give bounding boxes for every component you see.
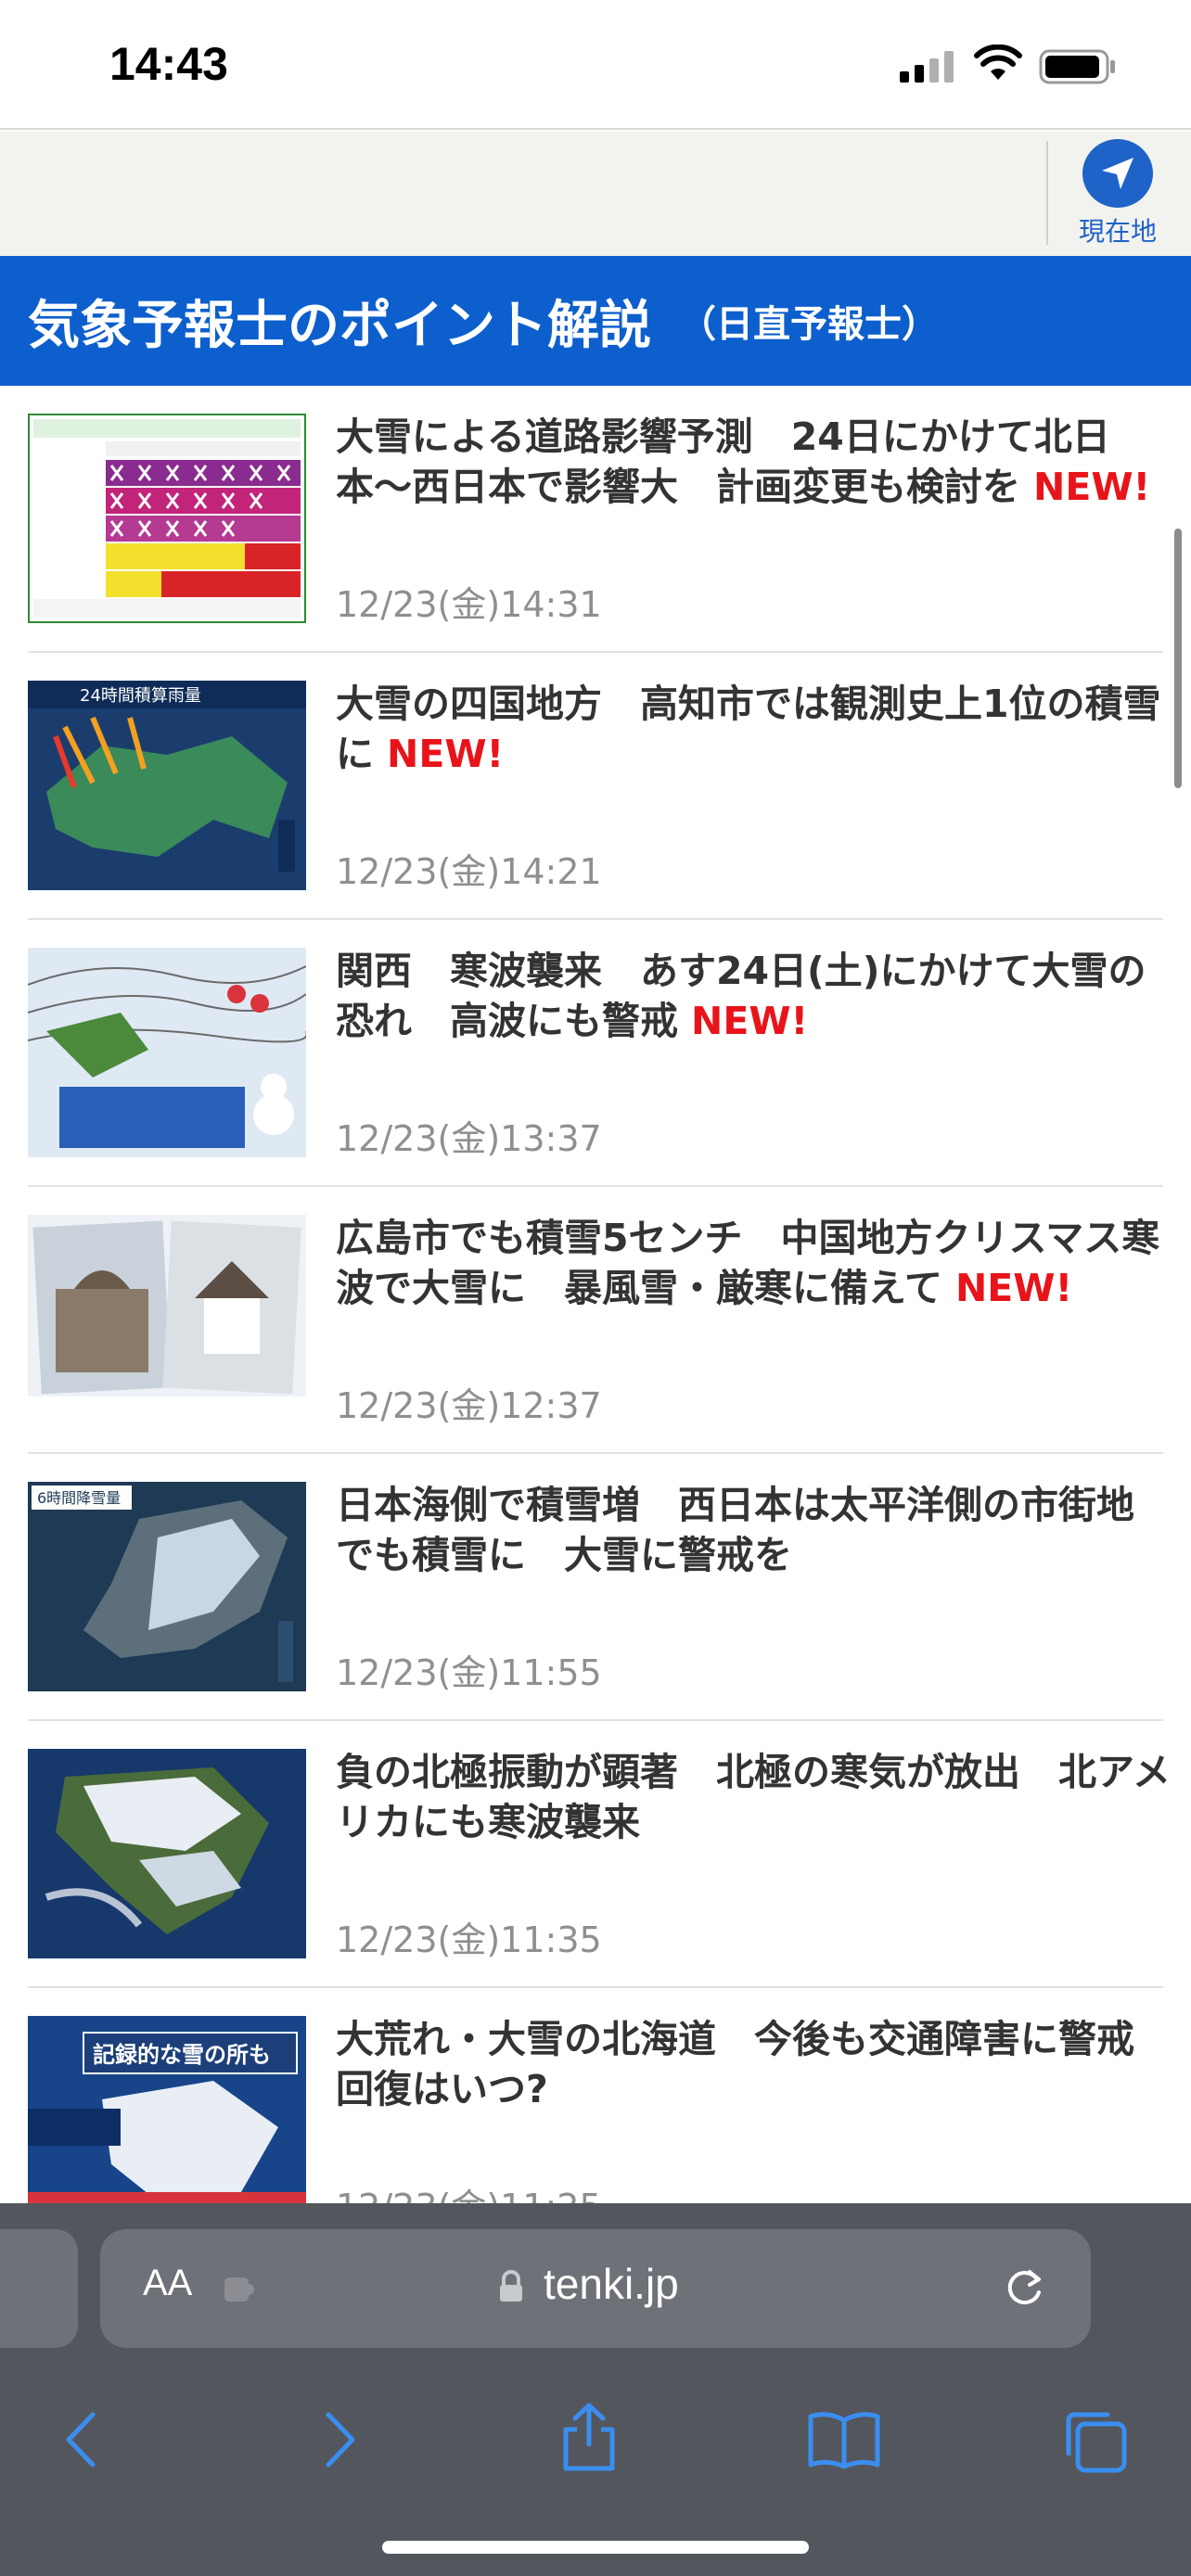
article-date: 12/23(金)14:21 [336, 851, 602, 892]
cellular-signal-icon [900, 51, 954, 83]
thumbnail-caption: 6時間降雪量 [37, 1489, 121, 1507]
previous-tab-preview[interactable] [0, 2229, 78, 2348]
reload-icon[interactable] [1002, 2264, 1048, 2311]
article-date: 12/23(金)11:55 [336, 1652, 602, 1693]
new-badge: NEW! [954, 1266, 1073, 1310]
article-title[interactable]: 大荒れ・大雪の北海道 今後も交通障害に警戒 回復はいつ? [336, 2014, 1172, 2114]
bookmarks-icon[interactable] [807, 2407, 881, 2472]
current-location-button[interactable]: 現在地 [1067, 139, 1169, 249]
article-title-text: 大雪による道路影響予測 24日にかけて北日本〜西日本で影響大 計画変更も検討を [336, 414, 1110, 509]
article-item[interactable]: 広島市でも積雪5センチ 中国地方クリスマス寒波で大雪に 暴風雪・厳寒に備えて NE… [28, 1187, 1163, 1454]
article-list: 大雪による道路影響予測 24日にかけて北日本〜西日本で影響大 計画変更も検討を N… [0, 386, 1191, 2255]
article-title[interactable]: 負の北極振動が顕著 北極の寒気が放出 北アメリカにも寒波襲来 [336, 1747, 1171, 1847]
article-title[interactable]: 大雪による道路影響予測 24日にかけて北日本〜西日本で影響大 計画変更も検討を N… [336, 412, 1171, 512]
article-title-text: 負の北極振動が顕著 北極の寒気が放出 北アメリカにも寒波襲来 [336, 1750, 1171, 1844]
new-badge: NEW! [1033, 465, 1151, 509]
hokkaido-snow-thumbnail: 記録的な雪の所も [28, 2016, 306, 2225]
article-date: 12/23(金)11:35 [336, 1919, 602, 1960]
scroll-indicator[interactable] [1174, 529, 1182, 788]
tabs-icon[interactable] [1061, 2407, 1130, 2476]
article-item[interactable]: 大雪による道路影響予測 24日にかけて北日本〜西日本で影響大 計画変更も検討を N… [28, 386, 1163, 653]
snow-depth-map-thumbnail: 6時間降雪量 [28, 1482, 306, 1691]
new-badge: NEW! [387, 732, 505, 776]
article-title[interactable]: 大雪の四国地方 高知市では観測史上1位の積雪に NEW! [336, 679, 1171, 779]
shikoku-rain-thumbnail: 24時間積算雨量 [28, 681, 306, 890]
browser-toolbar [0, 2379, 1191, 2509]
article-title[interactable]: 日本海側で積雪増 西日本は太平洋側の市街地でも積雪に 大雪に警戒を [336, 1480, 1171, 1580]
current-location-label: 現在地 [1078, 216, 1157, 247]
status-time: 14:43 [109, 38, 228, 90]
home-indicator[interactable] [382, 2541, 809, 2554]
hiroshima-snow-thumbnail [28, 1215, 306, 1424]
article-item[interactable]: 24時間積算雨量 大雪の四国地方 高知市では観測史上1位の積雪に NEW! 12/… [28, 653, 1163, 920]
thumbnail-caption: 24時間積算雨量 [80, 686, 201, 706]
location-arrow-icon [1082, 139, 1153, 208]
lock-icon [500, 2270, 522, 2302]
article-title-text: 日本海側で積雪増 西日本は太平洋側の市街地でも積雪に 大雪に警戒を [336, 1483, 1134, 1577]
section-title: 気象予報士のポイント解説 [28, 295, 651, 356]
section-subtitle: （日直予報士） [679, 303, 939, 346]
share-icon[interactable] [557, 2400, 621, 2474]
url-text: tenki.jp [544, 2260, 679, 2308]
article-date: 12/23(金)13:37 [336, 1118, 602, 1159]
address-bar[interactable]: AA tenki.jp [100, 2229, 1091, 2348]
forward-icon[interactable] [317, 2407, 362, 2472]
thumbnail-caption: 記録的な雪の所も [93, 2042, 271, 2068]
battery-icon [1039, 49, 1115, 84]
status-bar: 14:43 [0, 0, 1191, 130]
browser-chrome: AA tenki.jp [0, 2203, 1191, 2576]
wifi-icon [974, 45, 1022, 80]
text-size-button[interactable]: AA [143, 2263, 192, 2304]
new-badge: NEW! [691, 999, 809, 1043]
extension-icon[interactable] [221, 2270, 258, 2307]
back-icon[interactable] [59, 2407, 104, 2472]
divider [1046, 141, 1048, 245]
north-america-satellite-thumbnail [28, 1749, 306, 1958]
article-date: 12/23(金)14:31 [336, 584, 602, 625]
article-title-text: 大荒れ・大雪の北海道 今後も交通障害に警戒 回復はいつ? [336, 2017, 1172, 2111]
article-title[interactable]: 広島市でも積雪5センチ 中国地方クリスマス寒波で大雪に 暴風雪・厳寒に備えて NE… [336, 1213, 1171, 1313]
section-header: 気象予報士のポイント解説 （日直予報士） [0, 256, 1191, 386]
road-impact-thumbnail [28, 414, 306, 623]
article-date: 12/23(金)12:37 [336, 1385, 602, 1426]
article-item[interactable]: 負の北極振動が顕著 北極の寒気が放出 北アメリカにも寒波襲来 12/23(金)1… [28, 1721, 1171, 1988]
article-title[interactable]: 関西 寒波襲来 あす24日(土)にかけて大雪の恐れ 高波にも警戒 NEW! [336, 946, 1171, 1046]
location-bar: 現在地 [0, 132, 1191, 256]
article-item[interactable]: 6時間降雪量 日本海側で積雪増 西日本は太平洋側の市街地でも積雪に 大雪に警戒を… [28, 1454, 1163, 1721]
kansai-weather-chart-thumbnail [28, 948, 306, 1157]
article-item[interactable]: 関西 寒波襲来 あす24日(土)にかけて大雪の恐れ 高波にも警戒 NEW! 12/… [28, 920, 1163, 1187]
